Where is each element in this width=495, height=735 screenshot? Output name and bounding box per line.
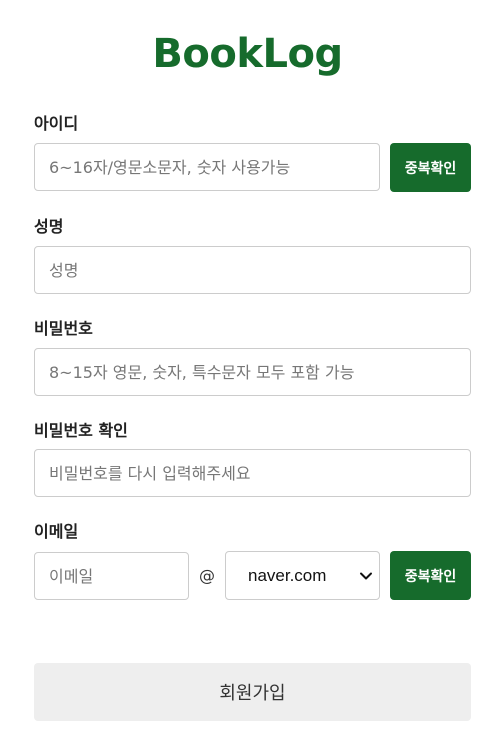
name-label: 성명 — [34, 217, 64, 236]
name-input[interactable] — [34, 246, 471, 294]
password-label: 비밀번호 — [34, 319, 93, 338]
password-input[interactable] — [34, 348, 471, 396]
at-symbol: @ — [199, 566, 215, 585]
password-confirm-input[interactable] — [34, 449, 471, 497]
app-logo: BookLog — [152, 31, 343, 77]
password-confirm-label: 비밀번호 확인 — [34, 421, 128, 440]
email-domain-select[interactable]: naver.com — [225, 551, 380, 600]
userid-input[interactable] — [34, 143, 380, 191]
userid-label: 아이디 — [34, 114, 79, 133]
chevron-down-icon — [360, 572, 372, 580]
signup-button[interactable]: 회원가입 — [34, 663, 471, 721]
userid-check-button[interactable]: 중복확인 — [390, 143, 471, 192]
email-label: 이메일 — [34, 522, 79, 541]
email-local-input[interactable] — [34, 552, 189, 600]
email-domain-value: naver.com — [248, 566, 327, 585]
email-check-button[interactable]: 중복확인 — [390, 551, 471, 600]
